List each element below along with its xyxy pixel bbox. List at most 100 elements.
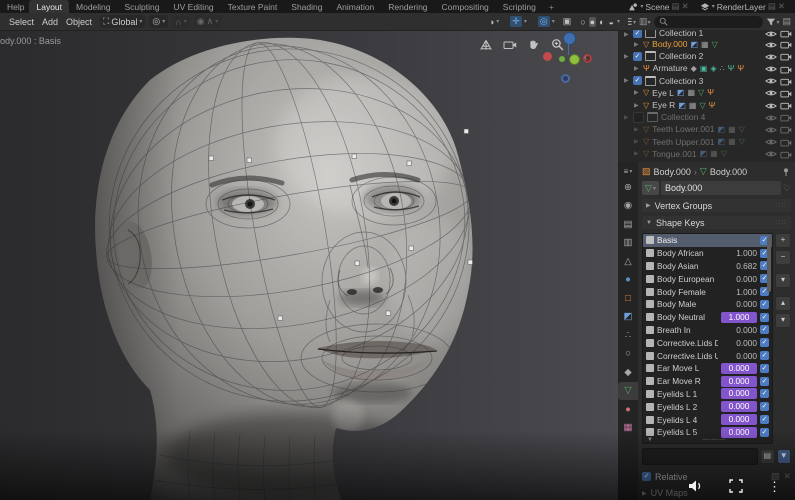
expand-arrow-icon[interactable]: ▶ (624, 77, 630, 84)
shape-key-checkbox[interactable]: ✓ (760, 313, 769, 322)
breadcrumb-data[interactable]: Body.000 (710, 167, 747, 177)
pivot-point-dropdown[interactable]: ◎ ▾ (149, 15, 168, 28)
outliner-row-collection-3[interactable]: ▶✓Collection 3 (618, 75, 795, 87)
shape-key-value[interactable]: 0.000 (721, 325, 757, 335)
mesh-datablock-dropdown[interactable]: ▽▾ (642, 181, 659, 195)
shape-key-row-basis[interactable]: Basis✓ (643, 234, 772, 247)
snap-toggle[interactable]: ∩ ▾ (172, 16, 189, 28)
disable-render-camera-icon[interactable] (780, 124, 792, 134)
gizmo-neg-z-axis[interactable] (561, 74, 570, 83)
disable-render-camera-icon[interactable] (780, 63, 792, 73)
proportional-edit-toggle[interactable]: ◉ ∧ ▾ (194, 15, 221, 28)
expand-arrow-icon[interactable]: ▶ (634, 126, 640, 133)
shape-key-checkbox[interactable]: ✓ (760, 377, 769, 386)
shape-key-checkbox[interactable]: ✓ (760, 325, 769, 334)
shape-key-value[interactable]: 0.000 (721, 376, 757, 387)
expand-arrow-icon[interactable]: ▶ (624, 114, 630, 121)
shape-key-value[interactable]: 1.000 (721, 287, 757, 297)
display-mode-icon[interactable]: ▥▾ (639, 16, 651, 27)
workspace-tab-uv-editing[interactable]: UV Editing (166, 0, 220, 13)
shape-key-checkbox[interactable]: ✓ (760, 300, 769, 309)
disable-render-camera-icon[interactable] (780, 137, 792, 147)
shape-key-checkbox[interactable]: ✓ (760, 338, 769, 347)
new-scene-icon[interactable]: ▤ (672, 1, 680, 12)
shape-key-row-body-european[interactable]: Body European0.000✓ (643, 272, 772, 285)
editor-type-properties-icon[interactable]: ≡▾ (624, 164, 633, 178)
shape-key-value[interactable]: 0.682 (721, 261, 757, 271)
scene-selector[interactable]: ▾ Scene ▤ ✕ (628, 1, 688, 12)
expand-arrow-icon[interactable]: ▶ (634, 65, 640, 72)
rendered-shading-icon[interactable]: ◒ (608, 17, 615, 27)
disable-render-camera-icon[interactable] (780, 100, 792, 110)
properties-tab-constraints[interactable]: ◆ (618, 363, 638, 382)
fake-user-icon[interactable]: ♡ (783, 183, 791, 194)
properties-tab-particles[interactable]: ∴ (618, 326, 638, 345)
shape-key-checkbox[interactable]: ✓ (760, 389, 769, 398)
shape-key-checkbox[interactable]: ✓ (760, 428, 769, 437)
sort-alpha-icon[interactable]: ▼ (777, 449, 792, 464)
show-gizmo-toggle[interactable]: ✛ ▾ (507, 15, 530, 28)
shape-key-row-breath-in[interactable]: Breath In0.000✓ (643, 324, 772, 337)
collection-checkbox[interactable]: ✓ (633, 76, 642, 85)
new-collection-icon[interactable]: ▤ (782, 16, 791, 27)
list-scrollbar[interactable] (767, 237, 771, 292)
shape-key-row-eyelids-l-1[interactable]: Eyelids L 10.000✓ (643, 388, 772, 401)
panel-vertex-groups[interactable]: ▶ Vertex Groups :::: (642, 199, 791, 212)
disable-render-camera-icon[interactable] (780, 76, 792, 86)
collection-checkbox[interactable]: ✓ (633, 52, 642, 61)
solid-shading-icon[interactable]: ● (589, 17, 596, 27)
shape-key-row-eyelids-l-4[interactable]: Eyelids L 40.000✓ (643, 413, 772, 426)
workspace-tab-animation[interactable]: Animation (329, 0, 381, 13)
viewport-3d[interactable]: Body.000 : Basis ‹ (0, 30, 618, 500)
menu-add[interactable]: Add (38, 17, 62, 27)
shape-key-value[interactable]: 0.000 (721, 388, 757, 399)
hide-viewport-eye-icon[interactable] (765, 76, 777, 86)
shape-key-value[interactable]: 0.000 (721, 299, 757, 309)
shape-key-value[interactable]: 0.000 (721, 338, 757, 348)
workspace-tab-texture-paint[interactable]: Texture Paint (221, 0, 285, 13)
shape-key-row-body-female[interactable]: Body Female1.000✓ (643, 285, 772, 298)
shape-key-row-ear-move-r[interactable]: Ear Move R0.000✓ (643, 375, 772, 388)
clear-icon[interactable]: ✕ (783, 471, 791, 482)
wireframe-shading-icon[interactable]: ○ (579, 17, 586, 27)
hide-viewport-eye-icon[interactable] (765, 88, 777, 98)
workspace-tab-rendering[interactable]: Rendering (381, 0, 434, 13)
hide-viewport-eye-icon[interactable] (765, 124, 777, 134)
shape-key-remove-button[interactable]: − (775, 250, 791, 265)
disable-render-camera-icon[interactable] (780, 39, 792, 49)
shape-key-value[interactable]: 0.000 (721, 401, 757, 412)
menu-help[interactable]: Help (2, 2, 29, 12)
add-workspace-button[interactable]: + (543, 2, 560, 12)
mesh-name-field[interactable]: Body.000 (661, 181, 781, 195)
properties-tab-render[interactable]: ◉ (618, 197, 638, 216)
properties-tab-modifiers[interactable]: ◩ (618, 308, 638, 327)
workspace-tab-shading[interactable]: Shading (284, 0, 329, 13)
hide-viewport-eye-icon[interactable] (765, 100, 777, 110)
properties-tab-texture[interactable]: ▦ (618, 419, 638, 438)
expand-arrow-icon[interactable]: ▶ (634, 102, 640, 109)
shape-key-value[interactable]: 0.000 (721, 274, 757, 284)
panel-shape-keys[interactable]: ▼ Shape Keys :::: (642, 216, 791, 229)
remove-layer-icon[interactable]: ✕ (778, 1, 785, 12)
outliner-row-tongue-001[interactable]: ▶▽Tongue.001◩▦▽ (618, 148, 795, 160)
more-icon[interactable]: ⋮ (768, 480, 781, 493)
outliner-row-collection-4[interactable]: ▶Collection 4 (618, 111, 795, 123)
shape-key-row-body-african[interactable]: Body African1.000✓ (643, 247, 772, 260)
search-input[interactable] (671, 16, 759, 27)
disable-render-camera-icon[interactable] (780, 88, 792, 98)
expand-arrow-icon[interactable]: ▶ (624, 31, 630, 38)
outliner-row-body-000[interactable]: ▶▽Body.000◩▦▽ (618, 38, 795, 50)
collection-checkbox[interactable]: ✓ (633, 30, 642, 38)
unlink-scene-icon[interactable]: ✕ (682, 1, 689, 12)
workspace-tab-modeling[interactable]: Modeling (69, 0, 118, 13)
shape-key-row-body-neutral[interactable]: Body Neutral1.000✓ (643, 311, 772, 324)
shape-key-checkbox[interactable]: ✓ (760, 351, 769, 360)
shape-key-checkbox[interactable]: ✓ (760, 415, 769, 424)
shape-key-checkbox[interactable]: ✓ (760, 402, 769, 411)
properties-tab-tool[interactable]: ⊕ (618, 178, 638, 197)
view-layer-selector[interactable]: ▾ RenderLayer ▤ ✕ (700, 1, 785, 12)
shape-key-value[interactable]: 1.000 (721, 312, 757, 323)
hide-viewport-eye-icon[interactable] (765, 112, 777, 122)
outliner-row-collection-2[interactable]: ▶✓Collection 2 (618, 50, 795, 62)
shape-key-checkbox[interactable]: ✓ (760, 364, 769, 373)
